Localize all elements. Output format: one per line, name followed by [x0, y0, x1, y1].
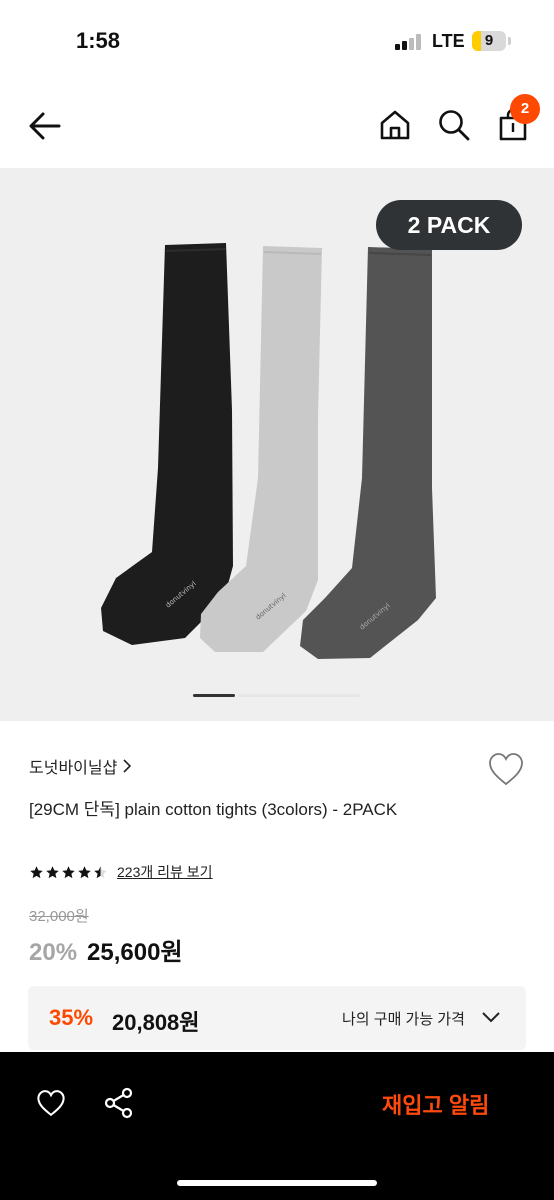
star-rating	[29, 865, 108, 880]
brand-name: 도넛바이닐샵	[29, 760, 118, 777]
home-indicator	[177, 1180, 377, 1186]
my-price-dropdown[interactable]: 35% 20,808원 나의 구매 가능 가격	[28, 986, 526, 1050]
search-icon[interactable]	[437, 108, 471, 142]
original-price: 32,000원	[29, 908, 89, 925]
share-icon[interactable]	[102, 1086, 136, 1120]
product-image: donutvinyl donutvinyl donutvinyl	[101, 243, 436, 659]
sale-price: 25,600원	[87, 939, 183, 966]
heart-icon[interactable]	[35, 1088, 67, 1118]
discount-percent: 20%	[29, 939, 78, 966]
brand-link[interactable]: 도넛바이닐샵	[29, 754, 132, 778]
gallery-indicator-active	[193, 694, 235, 697]
my-discount-percent: 35%	[49, 1005, 94, 1030]
my-price-label: 나의 구매 가능 가격	[342, 1011, 465, 1028]
star-icon	[62, 865, 75, 878]
chevron-right-icon	[123, 759, 132, 773]
arrow-left-icon[interactable]	[26, 108, 64, 144]
network-label: LTE	[432, 31, 465, 51]
product-image-gallery[interactable]: donutvinyl donutvinyl donutvinyl	[0, 168, 554, 721]
status-bar: 1:58 LTE 9	[0, 0, 554, 84]
battery-level: 9	[484, 32, 494, 49]
bottom-action-bar	[0, 1052, 554, 1200]
status-time: 1:58	[76, 28, 121, 53]
product-title: [29CM 단독] plain cotton tights (3colors) …	[29, 800, 398, 819]
star-icon	[78, 865, 91, 878]
star-icon	[46, 865, 59, 878]
top-navigation	[0, 84, 554, 168]
battery-tip	[508, 37, 511, 45]
star-icon	[30, 865, 43, 878]
pack-badge: 2 PACK	[376, 200, 522, 250]
cart-count-badge: 2	[510, 94, 540, 124]
restock-alert-button[interactable]: 재입고 알림	[382, 1088, 489, 1120]
star-half-icon	[94, 865, 107, 878]
signal-icon	[395, 34, 425, 50]
my-price-amount: 20,808원	[112, 1010, 200, 1035]
heart-icon[interactable]	[486, 750, 526, 788]
home-icon[interactable]	[378, 108, 412, 142]
chevron-down-icon	[482, 1012, 500, 1023]
review-link[interactable]: 223개 리뷰 보기	[117, 862, 213, 882]
rating-row: 223개 리뷰 보기	[29, 862, 213, 882]
battery-icon: 9	[472, 31, 506, 51]
gallery-indicator-track	[238, 694, 360, 697]
sale-price-row: 20% 25,600원	[29, 932, 183, 967]
